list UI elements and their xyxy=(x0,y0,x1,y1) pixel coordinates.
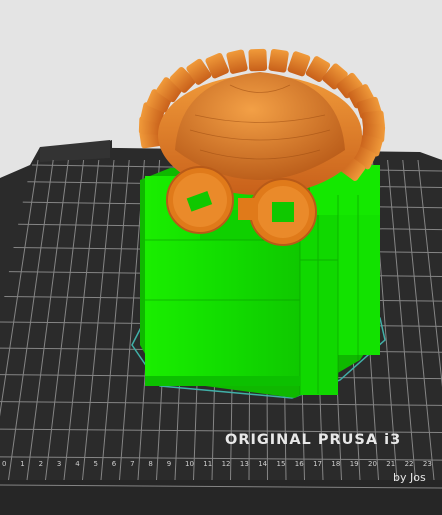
ruler-label: 5 xyxy=(94,460,98,468)
ruler-label: 14 xyxy=(258,460,267,468)
ruler-label: 22 xyxy=(405,460,414,468)
bed-brand-text: ORIGINAL PRUSA i3 xyxy=(225,432,401,448)
ruler-label: 11 xyxy=(203,460,212,468)
ruler-label: 8 xyxy=(148,460,152,468)
ruler-label: 18 xyxy=(331,460,340,468)
ruler-label: 20 xyxy=(368,460,377,468)
print-bed-scene: 0 1 2 3 4 5 6 7 8 9 10 11 12 13 14 15 16 17 18 19 20 21 22 23 O… xyxy=(0,48,442,515)
ruler-label: 9 xyxy=(167,460,171,468)
ruler-label: 21 xyxy=(386,460,395,468)
ruler-label: 19 xyxy=(350,460,359,468)
ruler-label: 16 xyxy=(295,460,304,468)
ruler-label: 6 xyxy=(112,460,117,468)
ruler-label: 13 xyxy=(240,460,249,468)
ruler-label: 12 xyxy=(222,460,231,468)
left-eye-gear xyxy=(166,166,234,234)
ruler-label: 17 xyxy=(313,460,322,468)
ruler-label: 0 xyxy=(2,460,6,468)
gear-tooth xyxy=(268,48,289,73)
ruler-label: 2 xyxy=(39,460,43,468)
ruler-label: 23 xyxy=(423,460,432,468)
bed-sub-text: by Jos xyxy=(393,471,426,484)
right-eye-gear xyxy=(249,178,317,246)
ruler-label: 15 xyxy=(277,460,286,468)
3d-preview-viewport[interactable]: 0 1 2 3 4 5 6 7 8 9 10 11 12 13 14 15 16 17 18 19 20 21 22 23 O… xyxy=(0,0,442,515)
ruler-label: 1 xyxy=(20,460,24,468)
gear-tooth xyxy=(226,49,248,74)
ruler-label: 4 xyxy=(75,460,80,468)
ruler-label: 10 xyxy=(185,460,194,468)
ruler-label: 3 xyxy=(57,460,61,468)
ruler-label: 7 xyxy=(130,460,134,468)
gear-tooth xyxy=(248,48,268,72)
